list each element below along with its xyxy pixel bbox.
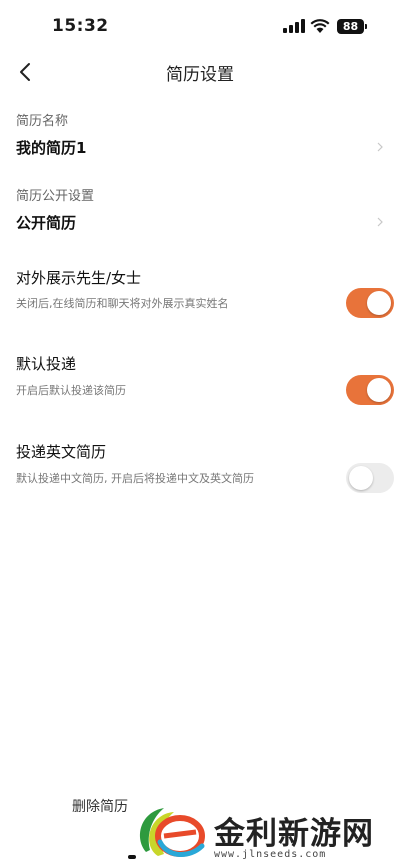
home-indicator [128,855,136,859]
show-title-toggle[interactable] [346,288,394,318]
page-title: 简历设置 [166,65,234,85]
resume-visibility-value: 公开简历 [16,214,77,232]
setting-description: 关闭后,在线简历和聊天将对外展示真实姓名 [16,297,229,310]
setting-english-resume: 投递英文简历 默认投递中文简历, 开启后将投递中文及英文简历 [0,435,400,501]
battery-icon: 88 [337,19,367,34]
delete-resume-button[interactable]: 删除简历 [60,796,140,820]
setting-default-delivery: 默认投递 开启后默认投递该简历 [0,348,400,414]
signal-icon [283,19,305,33]
status-bar: 15:32 88 [0,0,400,52]
nav-bar: 简历设置 [0,52,400,92]
setting-description: 默认投递中文简历, 开启后将投递中文及英文简历 [16,472,254,485]
watermark-text: 金利新游网 [214,816,374,852]
setting-title: 默认投递 [16,355,77,373]
resume-name-value: 我的简历1 [16,139,87,157]
status-time: 15:32 [52,16,109,36]
setting-title: 投递英文简历 [16,443,107,461]
watermark-url: www.jlnseeds.com [214,849,327,860]
wifi-icon [310,19,330,33]
default-delivery-toggle[interactable] [346,375,394,405]
resume-visibility-caption: 简历公开设置 [16,189,95,204]
resume-name-row[interactable]: 简历名称 我的简历1 [0,104,400,162]
watermark-logo: 金利新游网 www.jlnseeds.com [134,800,400,866]
resume-name-caption: 简历名称 [16,114,69,129]
resume-visibility-row[interactable]: 简历公开设置 公开简历 [0,180,400,238]
chevron-right-icon [377,217,383,227]
setting-title: 对外展示先生/女士 [16,269,142,287]
logo-icon [140,808,205,857]
setting-description: 开启后默认投递该简历 [16,384,126,397]
chevron-right-icon [377,142,383,152]
english-resume-toggle[interactable] [346,463,394,493]
setting-show-title: 对外展示先生/女士 关闭后,在线简历和聊天将对外展示真实姓名 [0,262,400,328]
